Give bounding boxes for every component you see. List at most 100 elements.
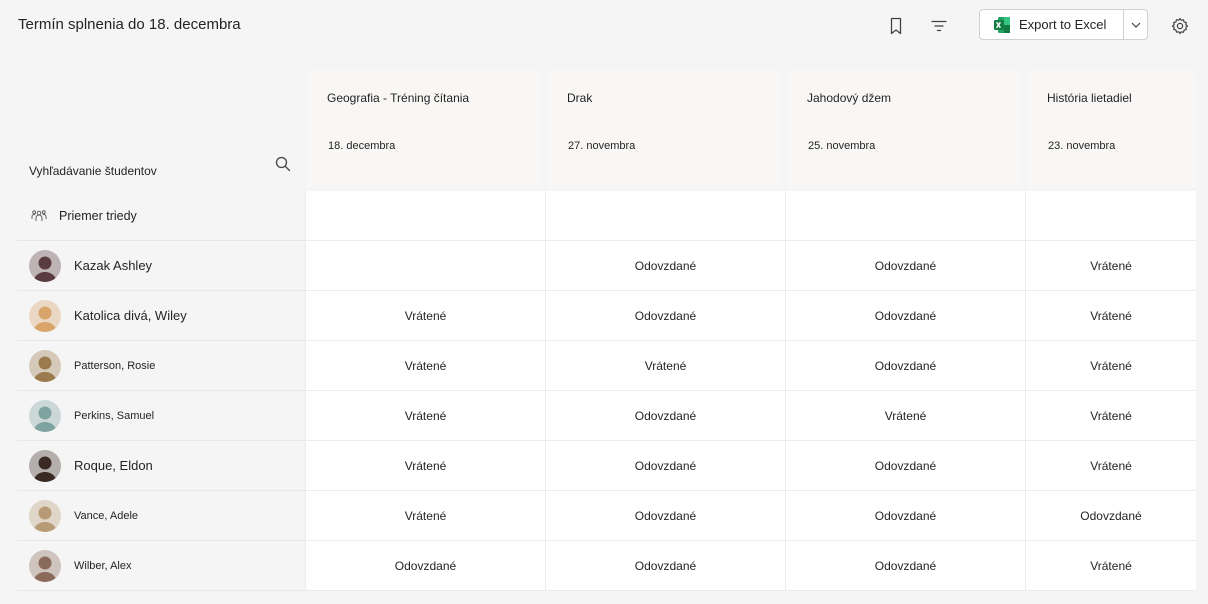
submission-status: Vrátené <box>644 358 687 373</box>
average-cell <box>545 191 785 241</box>
submission-status: Odovzdané <box>874 508 937 523</box>
assignment-header[interactable]: Jahodový džem 25. novembra <box>786 70 1022 188</box>
submission-status-cell[interactable]: Odovzdané <box>545 441 785 491</box>
gear-icon[interactable] <box>1166 12 1194 40</box>
student-name-cell[interactable]: Vance, Adele <box>17 491 305 541</box>
submission-status-cell[interactable]: Vrátené <box>305 341 545 391</box>
student-row: Wilber, Alex Odovzdané Odovzdané Odovzdané V… <box>17 541 1196 591</box>
avatar <box>29 249 61 282</box>
submission-status-cell[interactable]: Odovzdané <box>785 241 1025 291</box>
assignment-due-date: 25. novembra <box>808 140 876 152</box>
submission-status: Vrátené <box>1090 358 1132 373</box>
assignment-header[interactable]: História lietadiel 23. novembra <box>1026 70 1196 188</box>
average-cell <box>785 191 1025 241</box>
assignment-title: Drak <box>567 91 593 105</box>
submission-status: Vrátené <box>404 508 447 523</box>
student-name: Patterson, Rosie <box>74 359 156 372</box>
submission-status-cell[interactable]: Odovzdané <box>785 291 1025 341</box>
submission-status-cell[interactable]: Vrátené <box>305 491 545 541</box>
student-name: Kazak Ashley <box>74 258 153 273</box>
submission-status-cell[interactable]: Odovzdané <box>545 541 785 591</box>
assignment-title: Geografia - Tréning čítania <box>327 91 470 105</box>
grades-grid: Priemer triedy Kazak Ashley Odovzdané Odov… <box>17 191 1196 591</box>
student-name: Roque, Eldon <box>74 458 153 473</box>
submission-status: Vrátené <box>1090 308 1132 323</box>
people-icon <box>31 209 47 221</box>
student-search[interactable]: Vyhľadávanie študentov <box>17 70 305 190</box>
submission-status-cell[interactable]: Odovzdané <box>785 541 1025 591</box>
search-label: Vyhľadávanie študentov <box>29 164 157 178</box>
submission-status-cell[interactable]: Vrátené <box>1025 341 1196 391</box>
class-average-label: Priemer triedy <box>59 208 137 223</box>
avatar <box>29 449 61 482</box>
assignment-due-date: 18. decembra <box>328 140 396 152</box>
submission-status-cell[interactable]: Vrátené <box>305 291 545 341</box>
submission-status: Odovzdané <box>634 558 697 573</box>
submission-status-cell[interactable]: Odovzdané <box>785 441 1025 491</box>
student-name: Perkins, Samuel <box>74 409 155 422</box>
submission-status: Vrátené <box>404 358 447 373</box>
chevron-down-icon <box>1131 22 1140 28</box>
submission-status-cell[interactable]: Vrátené <box>1025 291 1196 341</box>
submission-status-cell[interactable]: Odovzdané <box>785 341 1025 391</box>
submission-status: Vrátené <box>1090 408 1132 423</box>
export-dropdown-button[interactable] <box>1123 10 1147 39</box>
assignment-header[interactable]: Drak 27. novembra <box>546 70 782 188</box>
assignment-header[interactable]: Geografia - Tréning čítania 18. decembra <box>306 70 542 188</box>
student-name: Katolica divá, Wiley <box>74 308 187 323</box>
student-name-cell[interactable]: Patterson, Rosie <box>17 341 305 391</box>
submission-status-cell[interactable]: Odovzdané <box>545 291 785 341</box>
assignment-due-date: 27. novembra <box>568 140 636 152</box>
avatar <box>29 549 61 582</box>
submission-status-cell[interactable]: Odovzdané <box>785 491 1025 541</box>
student-name-cell[interactable]: Katolica divá, Wiley <box>17 291 305 341</box>
submission-status-cell[interactable]: Vrátené <box>785 391 1025 441</box>
avatar <box>29 349 61 382</box>
submission-status-cell[interactable]: Odovzdané <box>545 391 785 441</box>
submission-status: Vrátené <box>1090 258 1132 273</box>
student-name-cell[interactable]: Wilber, Alex <box>17 541 305 591</box>
submission-status-cell[interactable]: Odovzdané <box>545 491 785 541</box>
bookmark-icon[interactable] <box>882 12 910 40</box>
submission-status-cell[interactable]: Vrátené <box>1025 241 1196 291</box>
class-average-cell: Priemer triedy <box>17 191 305 241</box>
submission-status-cell[interactable]: Odovzdané <box>305 541 545 591</box>
assignment-title: História lietadiel <box>1047 91 1132 105</box>
average-cell <box>1025 191 1196 241</box>
filter-icon[interactable] <box>925 12 953 40</box>
submission-status: Vrátené <box>1090 558 1132 573</box>
submission-status-cell[interactable]: Odovzdané <box>545 241 785 291</box>
student-name-cell[interactable]: Perkins, Samuel <box>17 391 305 441</box>
student-row: Vance, Adele Vrátené Odovzdané Odovzdané Odo… <box>17 491 1196 541</box>
submission-status: Odovzdané <box>1080 508 1142 523</box>
submission-status-cell[interactable]: Vrátené <box>545 341 785 391</box>
student-name-cell[interactable]: Kazak Ashley <box>17 241 305 291</box>
average-cell <box>305 191 545 241</box>
search-icon[interactable] <box>275 156 291 172</box>
page-title: Termín splnenia do 18. decembra <box>18 16 241 33</box>
avatar <box>29 399 61 432</box>
submission-status-cell[interactable]: Vrátené <box>1025 441 1196 491</box>
student-row: Patterson, Rosie Vrátené Vrátené Odovzdané V… <box>17 341 1196 391</box>
submission-status-cell[interactable]: Vrátené <box>1025 391 1196 441</box>
student-row: Kazak Ashley Odovzdané Odovzdané Vrátené <box>17 241 1196 291</box>
export-to-excel-button[interactable]: Export to Excel <box>980 10 1123 39</box>
submission-status: Vrátené <box>404 458 447 473</box>
submission-status-cell[interactable] <box>305 241 545 291</box>
student-row: Katolica divá, Wiley Vrátené Odovzdané Odov… <box>17 291 1196 341</box>
submission-status: Odovzdané <box>634 508 697 523</box>
avatar <box>29 499 61 532</box>
export-button-label: Export to Excel <box>1019 17 1107 32</box>
submission-status-cell[interactable]: Vrátené <box>305 441 545 491</box>
submission-status: Vrátené <box>404 308 447 323</box>
submission-status: Odovzdané <box>874 258 937 273</box>
student-name-cell[interactable]: Roque, Eldon <box>17 441 305 491</box>
submission-status-cell[interactable]: Vrátené <box>305 391 545 441</box>
submission-status-cell[interactable]: Vrátené <box>1025 541 1196 591</box>
student-name: Wilber, Alex <box>74 559 132 572</box>
student-row: Perkins, Samuel Vrátené Odovzdané Vrátené Vr… <box>17 391 1196 441</box>
excel-icon <box>994 16 1010 33</box>
submission-status-cell[interactable]: Odovzdané <box>1025 491 1196 541</box>
submission-status: Odovzdané <box>394 558 457 573</box>
submission-status: Vrátené <box>884 408 927 423</box>
